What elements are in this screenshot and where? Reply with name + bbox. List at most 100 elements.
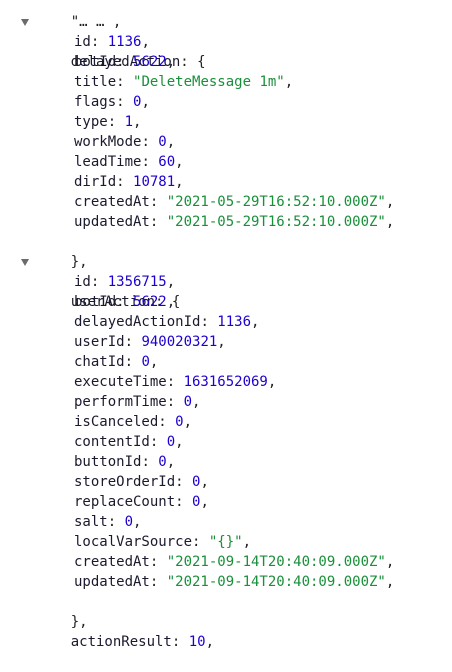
json-field-row: updatedAt: "2021-09-14T20:40:09.000Z", [0,572,452,592]
json-comma: , [166,294,176,310]
json-field-row: workMode: 0, [0,132,452,152]
json-viewer: "… … , delayedAction: { id: 1136, botId: … [0,0,452,650]
json-key: storeOrderId [74,474,176,490]
json-value: 0 [175,414,184,430]
json-key: updatedAt [74,214,150,230]
json-key: workMode [74,134,142,150]
json-colon: : [116,54,134,70]
json-key: id [74,34,91,50]
json-comma: , [385,554,395,570]
json-comma: , [267,374,277,390]
json-colon: : [116,294,134,310]
json-value: 1631652069 [183,374,268,390]
json-value: 940020321 [141,334,218,350]
json-comma: , [166,134,176,150]
json-key: salt [74,514,108,530]
json-value: "2021-05-29T16:52:10.000Z" [166,194,386,210]
json-object-row-delayedAction[interactable]: delayedAction: { [0,12,452,70]
json-comma: , [385,574,395,590]
json-field-row: leadTime: 60, [0,152,452,172]
json-key: actionResult [70,634,172,650]
json-comma: , [200,494,209,510]
json-value: "2021-05-29T16:52:10.000Z" [166,214,386,230]
json-key: buttonId [74,454,142,470]
json-comma: , [385,214,395,230]
json-comma: , [166,274,176,290]
json-key: isCanceled [74,414,159,430]
json-value: "DeleteMessage 1m" [133,74,285,90]
collapse-triangle-icon[interactable] [21,19,29,26]
json-key: leadTime [74,154,142,170]
json-field-row: botId: 5622, [0,292,452,312]
json-field-row: userId: 940020321, [0,332,452,352]
json-field-row: salt: 0, [0,512,452,532]
json-comma: , [284,74,294,90]
json-key: delayedActionId [74,314,201,330]
json-value: "{}" [208,534,243,550]
json-value: "2021-09-14T20:40:09.000Z" [166,574,386,590]
json-field-row: createdAt: "2021-09-14T20:40:09.000Z", [0,552,452,572]
json-value: 0 [124,514,134,530]
json-comma: , [133,114,142,130]
json-colon: : [124,334,142,350]
json-value: 1356715 [107,274,167,290]
json-colon: : [116,74,134,90]
json-value: 1136 [107,34,142,50]
json-field-row: isCanceled: 0, [0,412,452,432]
json-key: performTime [74,394,167,410]
json-colon: : [166,394,184,410]
json-key: flags [74,94,117,110]
json-colon: : [200,314,218,330]
json-object-row-userAction[interactable]: userAction: { [0,252,452,310]
json-colon: : [116,94,134,110]
json-colon: : [166,374,184,390]
json-field-row: performTime: 0, [0,392,452,412]
json-colon: : [149,434,167,450]
json-row-actionResult: actionResult: 10, [0,612,452,650]
json-comma: , [385,194,395,210]
json-key: localVarSource [74,534,193,550]
json-colon: : [124,354,142,370]
json-colon: : [175,474,193,490]
json-field-row: executeTime: 1631652069, [0,372,452,392]
json-comma: , [133,514,142,530]
json-comma: , [141,34,150,50]
json-value: 0 [183,394,193,410]
json-value: 0 [141,354,150,370]
json-comma: , [149,354,159,370]
json-comma: , [141,94,150,110]
json-field-row: storeOrderId: 0, [0,472,452,492]
json-key: dirId [74,174,117,190]
json-comma: , [175,174,184,190]
json-key: botId [74,294,117,310]
json-comma: , [242,534,252,550]
json-comma: , [192,394,201,410]
json-colon: : [107,514,125,530]
json-key: id [74,274,91,290]
json-colon: : [90,274,108,290]
json-comma: , [200,474,209,490]
collapse-triangle-icon[interactable] [21,259,29,266]
json-comma: , [166,454,176,470]
json-colon: : [192,534,209,550]
json-field-row: type: 1, [0,112,452,132]
json-colon: : [149,194,167,210]
json-key: replaceCount [74,494,176,510]
json-field-row: contentId: 0, [0,432,452,452]
json-close-row-userAction: }, [0,592,452,630]
json-field-row: title: "DeleteMessage 1m", [0,72,452,92]
json-value: 5622 [133,294,167,310]
json-key: botId [74,54,117,70]
json-comma: , [251,314,260,330]
json-field-row: id: 1136, [0,32,452,52]
json-comma: , [183,414,193,430]
delayedAction-fields: id: 1136, botId: 5622, title: "DeleteMessa… [0,32,452,232]
json-comma: , [175,154,184,170]
json-value: 0 [158,134,167,150]
json-comma: , [175,434,184,450]
json-field-row: chatId: 0, [0,352,452,372]
json-key: userId [74,334,125,350]
json-colon: : [141,154,159,170]
json-value: 5622 [133,54,167,70]
json-value: 1 [124,114,134,130]
